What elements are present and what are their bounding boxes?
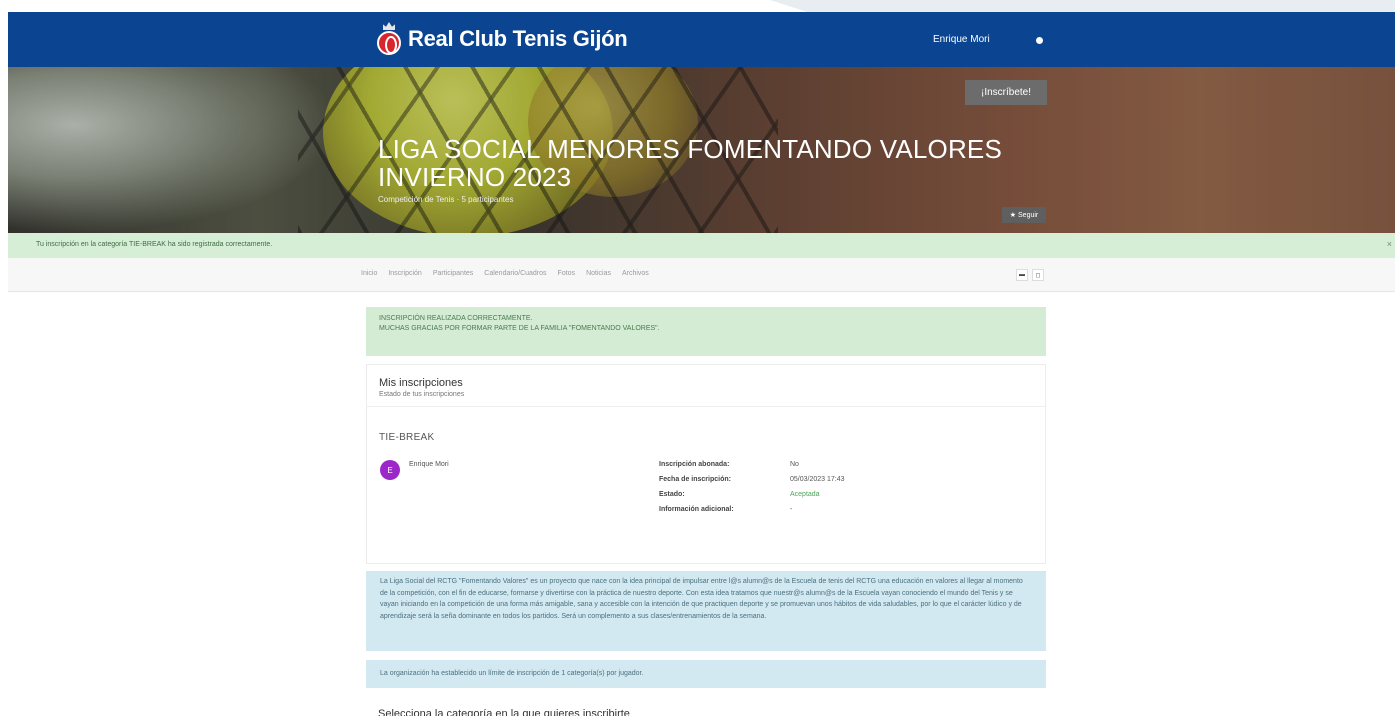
card-title: Mis inscripciones [379, 377, 463, 389]
tab-inicio[interactable]: Inicio [361, 270, 377, 277]
my-inscriptions-card: Mis inscripciones Estado de tus inscripc… [366, 364, 1046, 564]
detail-row: Estado: Aceptada [659, 491, 845, 506]
inscription-success-box: INSCRIPCIÓN REALIZADA CORRECTAMENTE. MUC… [366, 307, 1046, 356]
card-subtitle: Estado de tus inscripciones [379, 391, 465, 398]
close-icon[interactable]: × [1387, 239, 1392, 249]
follow-label: Seguir [1018, 211, 1039, 219]
category-name: TIE-BREAK [379, 432, 435, 443]
signup-button[interactable]: ¡Inscríbete! [965, 80, 1047, 105]
share-icon[interactable]: ◻ [1032, 269, 1044, 281]
print-icon[interactable]: ▬ [1016, 269, 1028, 281]
limit-notice: La organización ha establecido un límite… [366, 660, 1046, 688]
tab-noticias[interactable]: Noticias [586, 270, 611, 277]
tab-participantes[interactable]: Participantes [433, 270, 473, 277]
star-icon: ★ [1009, 212, 1017, 219]
user-avatar-icon[interactable] [1036, 37, 1043, 44]
page-top-wedge [770, 0, 1395, 12]
league-info-box: La Liga Social del RCTG "Fomentando Valo… [366, 571, 1046, 651]
brand-name: Real Club Tenis Gijón [408, 26, 628, 51]
tab-calendario[interactable]: Calendario/Cuadros [484, 270, 546, 277]
competition-hero: LIGA SOCIAL MENORES FOMENTANDO VALORES I… [8, 67, 1395, 233]
tab-fotos[interactable]: Fotos [558, 270, 576, 277]
brand-link[interactable]: Real Club Tenis Gijón [376, 20, 628, 58]
inscription-details: Inscripción abonada: No Fecha de inscrip… [659, 461, 845, 521]
league-description: La Liga Social del RCTG "Fomentando Valo… [380, 578, 1023, 620]
success-line-2: MUCHAS GRACIAS POR FORMAR PARTE DE LA FA… [379, 325, 660, 332]
follow-button[interactable]: ★ Seguir [1002, 207, 1046, 223]
user-menu[interactable]: Enrique Mori [933, 34, 990, 45]
limit-text: La organización ha establecido un límite… [380, 670, 644, 677]
detail-row: Información adicional: - [659, 506, 793, 513]
success-alert: Tu inscripción en la categoría TIE-BREAK… [8, 233, 1395, 258]
success-line-1: INSCRIPCIÓN REALIZADA CORRECTAMENTE. [379, 315, 533, 322]
avatar: E [380, 460, 400, 480]
competition-title: LIGA SOCIAL MENORES FOMENTANDO VALORES I… [378, 134, 1003, 192]
detail-row: Inscripción abonada: No [659, 461, 799, 468]
alert-text: Tu inscripción en la categoría TIE-BREAK… [36, 241, 273, 248]
detail-row: Fecha de inscripción: 05/03/2023 17:43 [659, 476, 845, 483]
participant-name: Enrique Mori [409, 461, 449, 468]
tab-inscripcion[interactable]: Inscripción [388, 270, 421, 277]
top-navbar: Real Club Tenis Gijón Enrique Mori [8, 12, 1395, 67]
competition-nav: Inicio Inscripción Participantes Calenda… [8, 258, 1395, 292]
select-category-heading: Selecciona la categoría en la que quiere… [378, 708, 630, 716]
tab-archivos[interactable]: Archivos [622, 270, 649, 277]
competition-subtitle: Competición de Tenis · 5 participantes [378, 195, 514, 204]
club-crest-icon [376, 22, 402, 56]
status-badge: Aceptada [790, 491, 820, 498]
